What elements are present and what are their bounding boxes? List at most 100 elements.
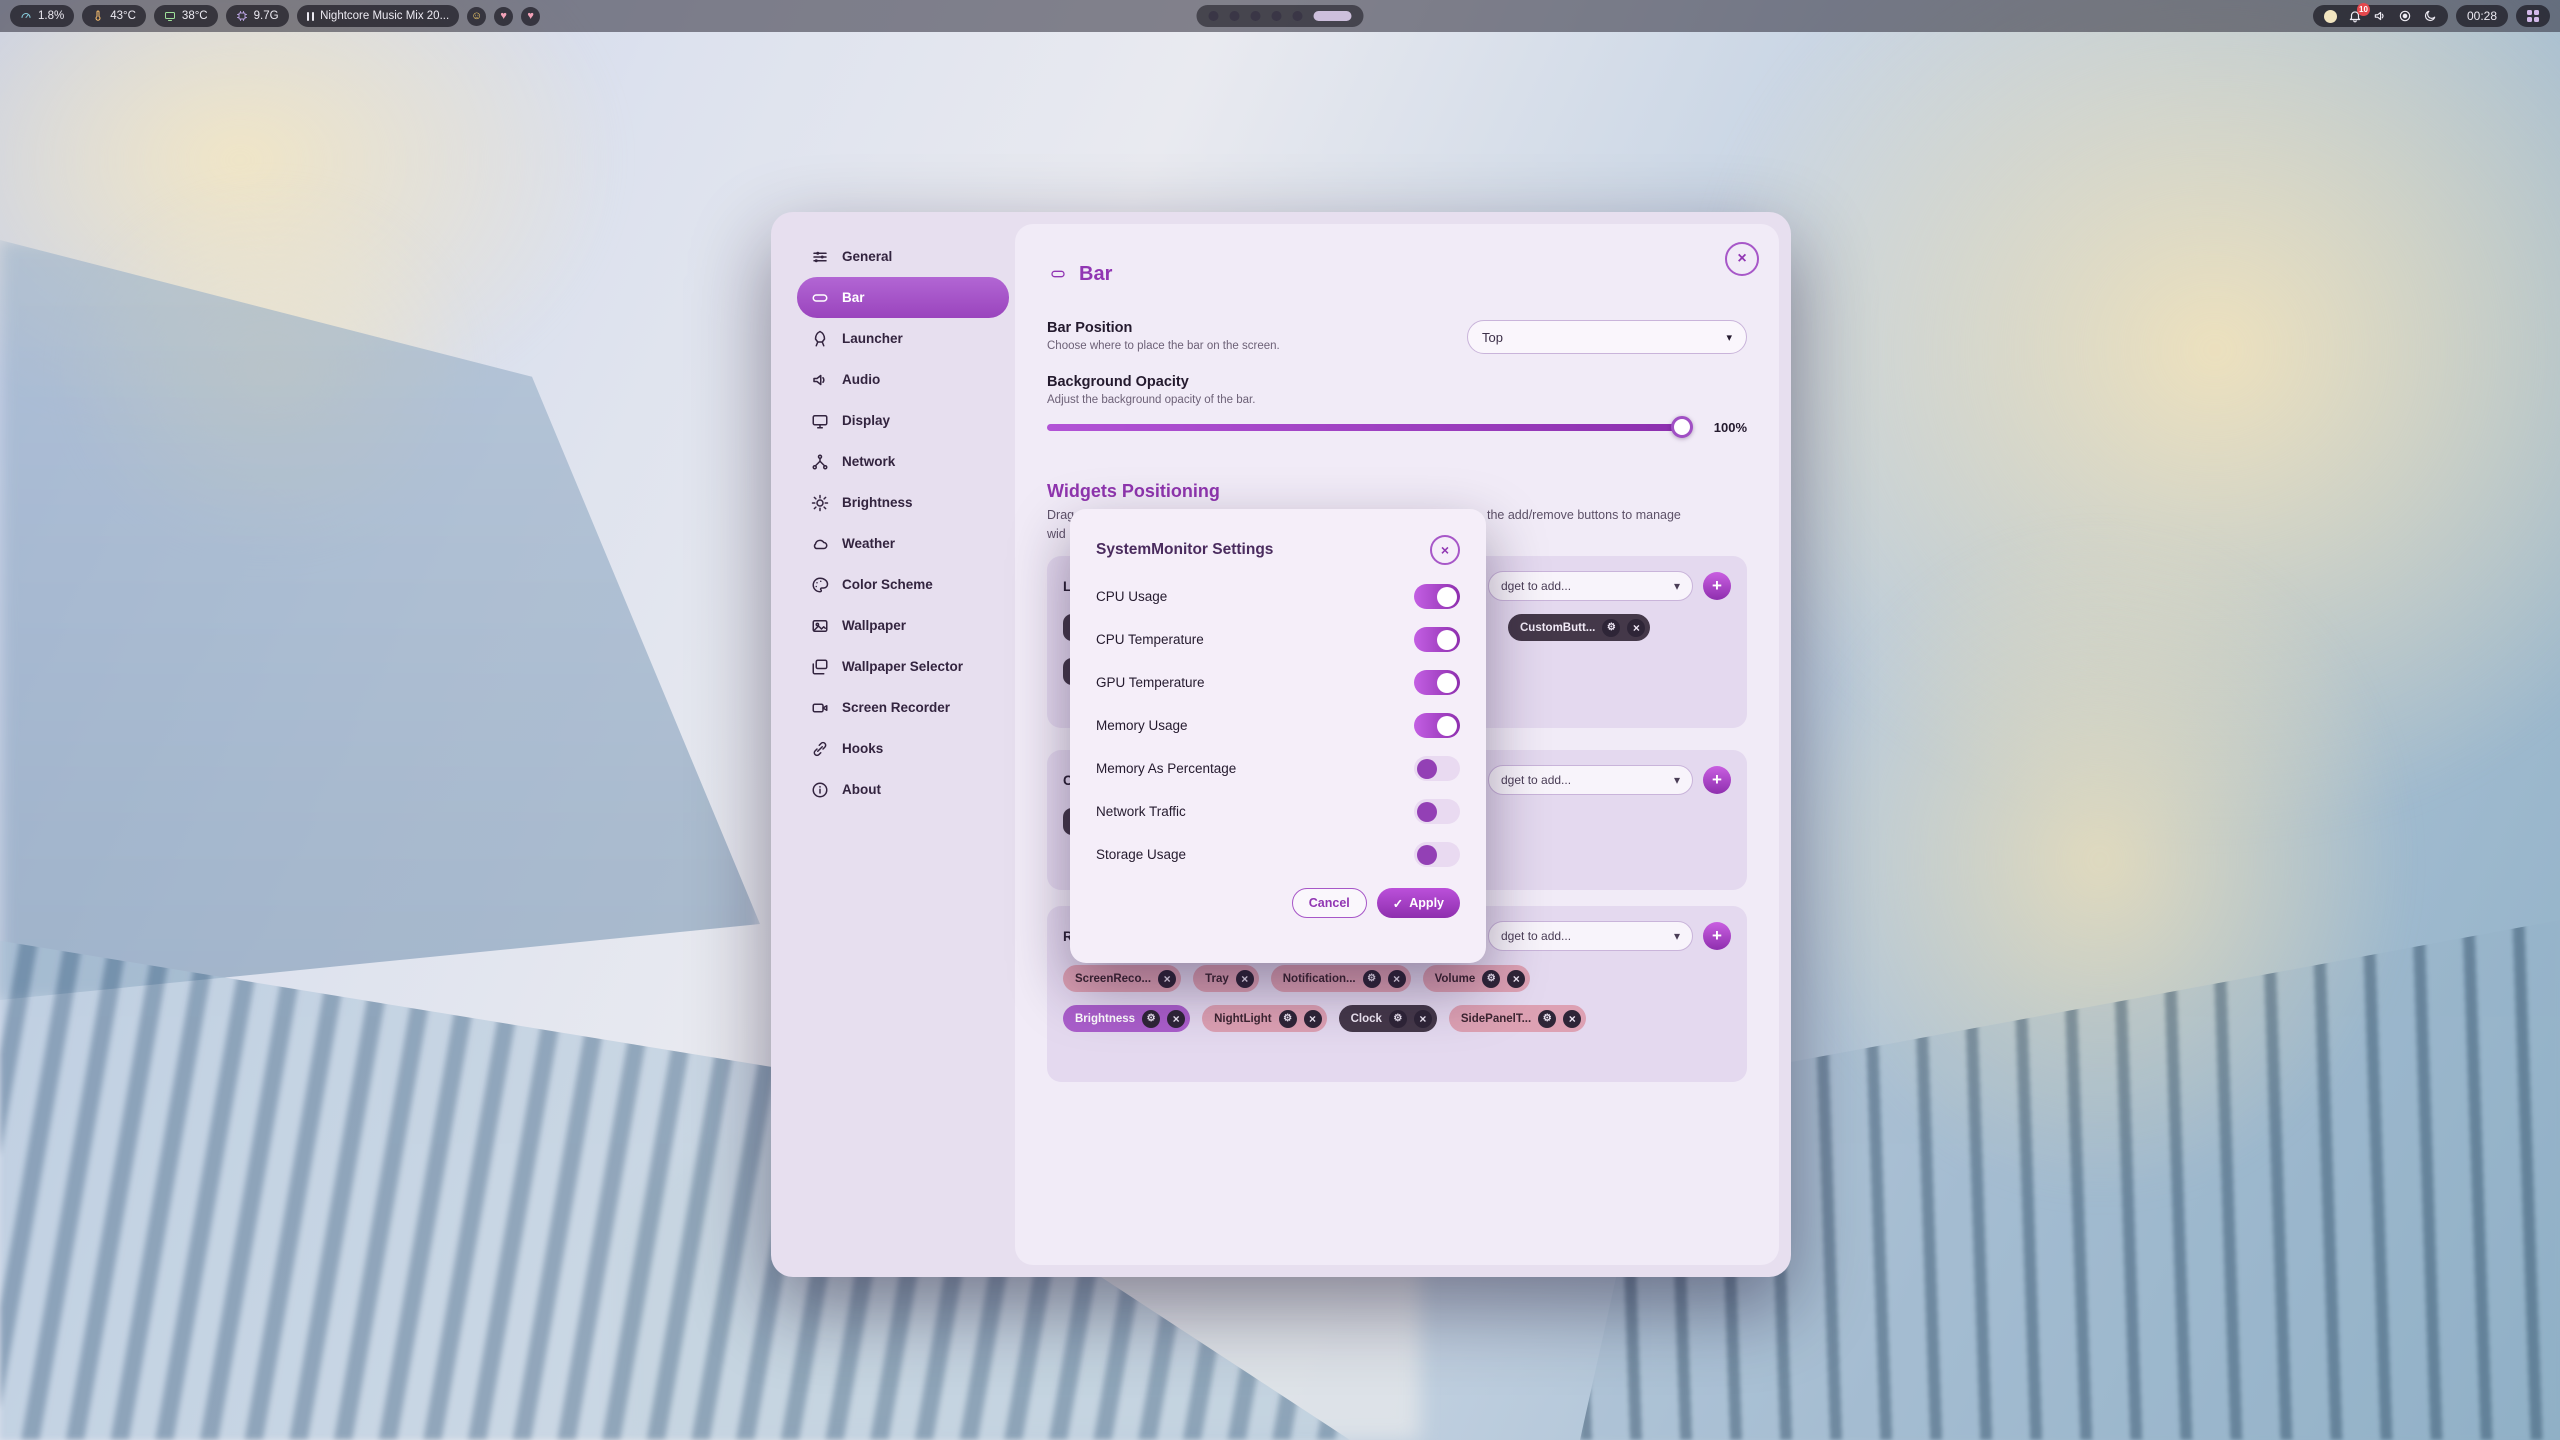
sidebar-item-launcher[interactable]: Launcher bbox=[797, 318, 1009, 359]
chip-label: SidePanelT... bbox=[1461, 1013, 1531, 1025]
sidebar-item-about[interactable]: About bbox=[797, 769, 1009, 810]
chip-label: CustomButt... bbox=[1520, 622, 1595, 634]
sidebar-item-brightness[interactable]: Brightness bbox=[797, 482, 1009, 523]
close-icon[interactable]: × bbox=[1236, 970, 1254, 988]
widget-chip-clock[interactable]: Clock ⚙ × bbox=[1339, 1005, 1437, 1032]
sidebar-item-color-scheme[interactable]: Color Scheme bbox=[797, 564, 1009, 605]
close-icon[interactable]: × bbox=[1507, 970, 1525, 988]
widget-chip-screenrecorder[interactable]: ScreenReco... × bbox=[1063, 965, 1181, 992]
widget-chip-tray[interactable]: Tray × bbox=[1193, 965, 1259, 992]
apps-grid-icon bbox=[2527, 10, 2539, 22]
close-icon[interactable]: × bbox=[1167, 1010, 1185, 1028]
close-icon[interactable]: × bbox=[1304, 1010, 1322, 1028]
close-icon[interactable]: × bbox=[1627, 619, 1645, 637]
sidebar-item-wallpaper[interactable]: Wallpaper bbox=[797, 605, 1009, 646]
gear-icon[interactable]: ⚙ bbox=[1538, 1010, 1556, 1028]
favorite-button-2[interactable]: ♥ bbox=[521, 7, 540, 26]
volume-icon[interactable] bbox=[2373, 9, 2387, 23]
favorite-button[interactable]: ♥ bbox=[494, 7, 513, 26]
pause-icon[interactable] bbox=[307, 12, 315, 21]
gear-icon[interactable]: ⚙ bbox=[1279, 1010, 1297, 1028]
cpu-temperature-toggle[interactable] bbox=[1414, 627, 1460, 652]
sidebar-item-display[interactable]: Display bbox=[797, 400, 1009, 441]
sidebar-item-bar[interactable]: Bar bbox=[797, 277, 1009, 318]
bar-position-dropdown[interactable]: Top ▾ bbox=[1467, 320, 1747, 354]
smiley-icon: ☺ bbox=[471, 10, 482, 22]
chip-label: ScreenReco... bbox=[1075, 973, 1151, 985]
workspace-dot[interactable] bbox=[1293, 11, 1303, 21]
chevron-down-icon: ▾ bbox=[1674, 929, 1680, 943]
clock-module[interactable]: 00:28 bbox=[2456, 5, 2508, 27]
close-icon[interactable]: × bbox=[1414, 1010, 1432, 1028]
workspace-dot[interactable] bbox=[1230, 11, 1240, 21]
add-widget-button[interactable]: + bbox=[1703, 572, 1731, 600]
sidebar-item-wallpaper-selector[interactable]: Wallpaper Selector bbox=[797, 646, 1009, 687]
gear-icon[interactable]: ⚙ bbox=[1142, 1010, 1160, 1028]
sidebar-item-label: General bbox=[842, 249, 892, 264]
notifications-button[interactable]: 10 bbox=[2348, 9, 2362, 23]
cancel-button[interactable]: Cancel bbox=[1292, 888, 1367, 918]
slider-knob[interactable] bbox=[1671, 416, 1693, 438]
memory-as-percentage-toggle[interactable] bbox=[1414, 756, 1460, 781]
gear-icon[interactable]: ⚙ bbox=[1363, 970, 1381, 988]
cpu-usage-toggle[interactable] bbox=[1414, 584, 1460, 609]
page-title: Bar bbox=[1079, 263, 1112, 286]
widgets-positioning-title: Widgets Positioning bbox=[1047, 481, 1747, 502]
storage-usage-toggle[interactable] bbox=[1414, 842, 1460, 867]
color-picker-icon[interactable] bbox=[2324, 10, 2337, 23]
emoji-button[interactable]: ☺ bbox=[467, 7, 486, 26]
close-icon[interactable]: × bbox=[1563, 1010, 1581, 1028]
memory-usage-toggle[interactable] bbox=[1414, 713, 1460, 738]
sidebar-item-screen-recorder[interactable]: Screen Recorder bbox=[797, 687, 1009, 728]
gear-icon[interactable]: ⚙ bbox=[1482, 970, 1500, 988]
sidebar-item-label: Audio bbox=[842, 372, 880, 387]
media-player-module[interactable]: Nightcore Music Mix 20... bbox=[297, 5, 460, 27]
add-widget-dropdown[interactable]: dget to add... ▾ bbox=[1488, 571, 1693, 601]
cloud-icon bbox=[811, 535, 829, 553]
opacity-slider[interactable] bbox=[1047, 424, 1689, 431]
gpu-temp-module[interactable]: 38°C bbox=[154, 5, 218, 27]
cpu-usage-module[interactable]: 1.8% bbox=[10, 5, 74, 27]
dropdown-value: Top bbox=[1482, 330, 1503, 345]
widget-chip-brightness[interactable]: Brightness ⚙ × bbox=[1063, 1005, 1190, 1032]
workspace-dot[interactable] bbox=[1209, 11, 1219, 21]
toggle-knob bbox=[1417, 759, 1437, 779]
add-widget-button[interactable]: + bbox=[1703, 766, 1731, 794]
gear-icon[interactable]: ⚙ bbox=[1389, 1010, 1407, 1028]
add-widget-dropdown[interactable]: dget to add... ▾ bbox=[1488, 765, 1693, 795]
close-icon[interactable]: × bbox=[1158, 970, 1176, 988]
gear-icon[interactable]: ⚙ bbox=[1602, 619, 1620, 637]
widget-chip-custombutton[interactable]: CustomButt... ⚙ × bbox=[1508, 614, 1650, 641]
widget-chip-nightlight[interactable]: NightLight ⚙ × bbox=[1202, 1005, 1326, 1032]
toggle-label: Memory As Percentage bbox=[1096, 761, 1236, 776]
add-widget-dropdown[interactable]: dget to add... ▾ bbox=[1488, 921, 1693, 951]
network-traffic-toggle[interactable] bbox=[1414, 799, 1460, 824]
workspace-dot[interactable] bbox=[1251, 11, 1261, 21]
memory-chip-icon bbox=[236, 10, 248, 22]
sidebar-item-weather[interactable]: Weather bbox=[797, 523, 1009, 564]
apply-button[interactable]: ✓ Apply bbox=[1377, 888, 1460, 918]
close-icon: × bbox=[1737, 250, 1746, 268]
widget-chip-notification[interactable]: Notification... ⚙ × bbox=[1271, 965, 1411, 992]
sidebar-item-audio[interactable]: Audio bbox=[797, 359, 1009, 400]
gpu-temperature-toggle[interactable] bbox=[1414, 670, 1460, 695]
memory-module[interactable]: 9.7G bbox=[226, 5, 289, 27]
window-close-button[interactable]: × bbox=[1725, 242, 1759, 276]
sidebar-item-general[interactable]: General bbox=[797, 236, 1009, 277]
app-launcher-button[interactable] bbox=[2516, 5, 2550, 27]
cpu-temp-module[interactable]: 43°C bbox=[82, 5, 146, 27]
subtitle-fragment: the add/remove buttons to manage bbox=[1487, 508, 1681, 522]
top-bar-right: 10 00:28 bbox=[2313, 5, 2550, 27]
close-icon[interactable]: × bbox=[1388, 970, 1406, 988]
screen-record-icon[interactable] bbox=[2398, 9, 2412, 23]
add-widget-button[interactable]: + bbox=[1703, 922, 1731, 950]
modal-close-button[interactable]: × bbox=[1430, 535, 1460, 565]
sidebar-item-hooks[interactable]: Hooks bbox=[797, 728, 1009, 769]
widget-chip-volume[interactable]: Volume ⚙ × bbox=[1423, 965, 1531, 992]
workspace-active-pill[interactable] bbox=[1314, 11, 1352, 21]
widget-chip-sidepanel[interactable]: SidePanelT... ⚙ × bbox=[1449, 1005, 1586, 1032]
workspace-dot[interactable] bbox=[1272, 11, 1282, 21]
sidebar-item-network[interactable]: Network bbox=[797, 441, 1009, 482]
night-light-icon[interactable] bbox=[2423, 9, 2437, 23]
media-title: Nightcore Music Mix 20... bbox=[320, 10, 449, 22]
